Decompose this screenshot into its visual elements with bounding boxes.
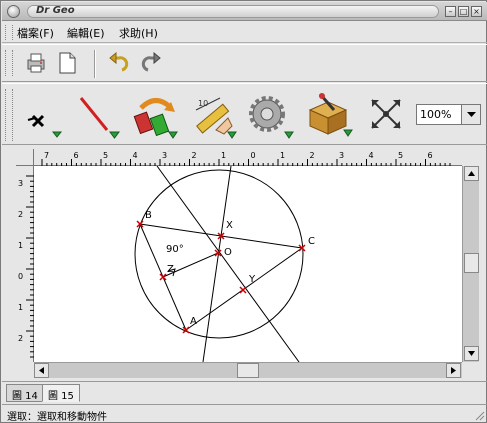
- title-bar[interactable]: Dr Geo – □ ×: [2, 2, 487, 21]
- arrow-right-icon: [451, 367, 456, 374]
- point-y-marker: [239, 286, 247, 294]
- svg-text:10: 10: [198, 99, 208, 108]
- misc-box-icon[interactable]: [304, 90, 356, 142]
- point-label: Z: [167, 264, 174, 275]
- ruler-label: 6: [74, 151, 79, 160]
- figure-tabs: 圖 14 圖 15: [2, 381, 487, 403]
- ruler-label: 0: [251, 151, 256, 160]
- arrow-up-icon: [468, 171, 475, 176]
- perpendicular-bisector-2: [202, 166, 232, 362]
- horizontal-ruler: 7 6 5 4 3 2 1 0 1 2 3 4 5 6: [34, 149, 462, 166]
- window-title: Dr Geo: [36, 5, 75, 16]
- close-icon[interactable]: ×: [471, 6, 482, 17]
- scroll-up-button[interactable]: [464, 166, 479, 181]
- geometry-canvas[interactable]: 90° B C A X O Y Z: [34, 166, 462, 362]
- ruler-label: 1: [221, 151, 226, 160]
- move-cross-icon[interactable]: [364, 92, 408, 136]
- ruler-label: 5: [398, 151, 403, 160]
- transformation-tool-icon[interactable]: [131, 90, 181, 142]
- point-label: X: [226, 220, 233, 231]
- window-menu-icon[interactable]: [7, 5, 20, 18]
- toolbar-grip[interactable]: [5, 50, 13, 76]
- menubar-grip[interactable]: [5, 25, 13, 40]
- ruler-label: 1: [18, 241, 23, 250]
- zoom-value: 100%: [420, 108, 452, 121]
- measure-tool-icon[interactable]: 10: [190, 90, 240, 142]
- menu-bar: 檔案(F) 編輯(E) 求助(H): [2, 22, 487, 43]
- ruler-corner: [16, 149, 34, 166]
- minimize-icon[interactable]: –: [445, 6, 456, 17]
- point-label: Y: [248, 274, 256, 285]
- tools-toolbar: 10 100%: [2, 83, 487, 145]
- vertical-scrollbar[interactable]: [462, 166, 479, 362]
- maximize-icon[interactable]: □: [458, 6, 469, 17]
- resize-grip-icon[interactable]: [473, 409, 485, 421]
- tab-figure-14[interactable]: 圖 14: [6, 384, 44, 402]
- angle-label: 90°: [166, 244, 184, 255]
- ruler-label: 4: [369, 151, 374, 160]
- chevron-down-icon: [467, 112, 476, 117]
- line-tool-icon[interactable]: [77, 94, 123, 142]
- point-z-marker: [159, 273, 167, 281]
- ruler-label: 4: [133, 151, 138, 160]
- point-tool-icon[interactable]: [25, 106, 65, 142]
- zoom-combo[interactable]: 100%: [416, 104, 481, 125]
- ruler-label: 2: [192, 151, 197, 160]
- ruler-label: 3: [18, 179, 23, 188]
- scroll-corner: [462, 362, 479, 378]
- tab-figure-15[interactable]: 圖 15: [42, 384, 80, 402]
- main-window: Dr Geo – □ × 檔案(F) 編輯(E) 求助(H) 10 100% 7…: [0, 0, 487, 423]
- undo-icon[interactable]: [107, 52, 129, 74]
- ruler-label: 1: [18, 303, 23, 312]
- vertical-ruler: 3 2 1 0 1 2: [16, 166, 34, 362]
- status-bar: 選取：選取和移動物件: [2, 404, 487, 423]
- main-toolbar: [2, 44, 487, 82]
- new-document-icon[interactable]: [55, 51, 79, 75]
- ruler-label: 1: [280, 151, 285, 160]
- ruler-label: 5: [103, 151, 108, 160]
- horizontal-scrollbar[interactable]: [34, 362, 462, 378]
- point-label: O: [224, 247, 232, 258]
- status-text: 選取：選取和移動物件: [7, 412, 107, 423]
- ruler-label: 6: [428, 151, 433, 160]
- scroll-down-button[interactable]: [464, 346, 479, 361]
- scroll-right-button[interactable]: [446, 363, 461, 378]
- arrow-down-icon: [468, 351, 475, 356]
- ruler-label: 7: [44, 151, 49, 160]
- arrow-left-icon: [39, 367, 44, 374]
- ruler-label: 3: [162, 151, 167, 160]
- perpendicular-bisector-1: [156, 166, 300, 362]
- point-label: C: [308, 236, 315, 247]
- macro-gear-icon[interactable]: [247, 92, 297, 142]
- point-label: B: [145, 210, 152, 221]
- point-label: A: [190, 316, 197, 327]
- print-icon[interactable]: [24, 51, 48, 75]
- ruler-label: 3: [339, 151, 344, 160]
- vertical-scroll-thumb[interactable]: [464, 253, 479, 273]
- redo-icon[interactable]: [141, 52, 163, 74]
- scroll-left-button[interactable]: [34, 363, 49, 378]
- toolbar2-grip[interactable]: [5, 89, 13, 141]
- zoom-dropdown-button[interactable]: [461, 105, 480, 124]
- ruler-label: 2: [18, 334, 23, 343]
- ruler-label: 0: [18, 272, 23, 281]
- menu-file[interactable]: 檔案(F): [17, 25, 54, 41]
- ruler-label: 2: [18, 210, 23, 219]
- ruler-label: 2: [310, 151, 315, 160]
- menu-help[interactable]: 求助(H): [119, 25, 158, 41]
- horizontal-scroll-thumb[interactable]: [237, 363, 259, 378]
- geometry-figure[interactable]: 90° B C A X O Y Z: [34, 166, 462, 362]
- menu-edit[interactable]: 編輯(E): [67, 25, 105, 41]
- title-pill: Dr Geo: [27, 5, 439, 18]
- toolbar-separator: [94, 50, 96, 78]
